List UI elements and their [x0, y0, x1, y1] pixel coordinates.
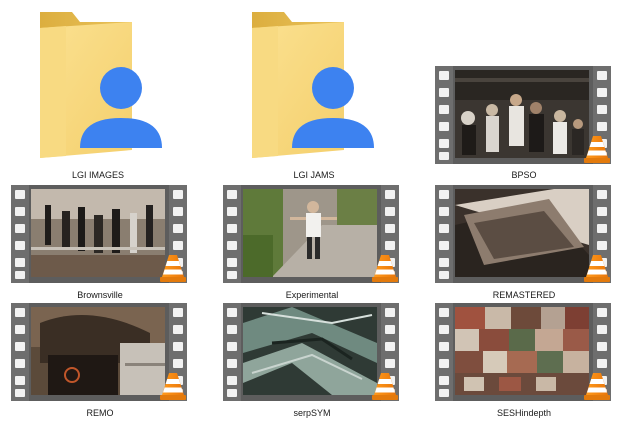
video-item-bpso[interactable]: BPSO: [424, 0, 620, 180]
item-label: LGI JAMS: [293, 170, 335, 180]
user-folder-icon: [252, 12, 374, 158]
item-label: REMASTERED: [492, 290, 556, 300]
item-label: SESHindepth: [496, 408, 552, 418]
video-thumbnail: [435, 66, 611, 164]
item-label: REMO: [86, 408, 114, 418]
item-label: Experimental: [285, 290, 339, 300]
video-thumbnail: [223, 185, 399, 283]
user-folder-icon: [40, 12, 162, 158]
item-label: Brownsville: [77, 290, 123, 300]
video-thumbnail: [223, 303, 399, 401]
video-thumbnail: [11, 303, 187, 401]
item-label: BPSO: [511, 170, 537, 180]
video-item-seshindepth[interactable]: SESHindepth: [424, 303, 620, 443]
video-thumbnail: [11, 185, 187, 283]
folder-item-lgi-images[interactable]: LGI IMAGES: [0, 0, 200, 180]
video-item-serpsym[interactable]: serpSYM: [212, 303, 412, 443]
folder-item-lgi-jams[interactable]: LGI JAMS: [212, 0, 412, 180]
video-thumbnail: [435, 185, 611, 283]
video-item-remo[interactable]: REMO: [0, 303, 200, 443]
item-label: LGI IMAGES: [71, 170, 124, 180]
video-thumbnail: [435, 303, 611, 401]
item-label: serpSYM: [293, 408, 331, 418]
